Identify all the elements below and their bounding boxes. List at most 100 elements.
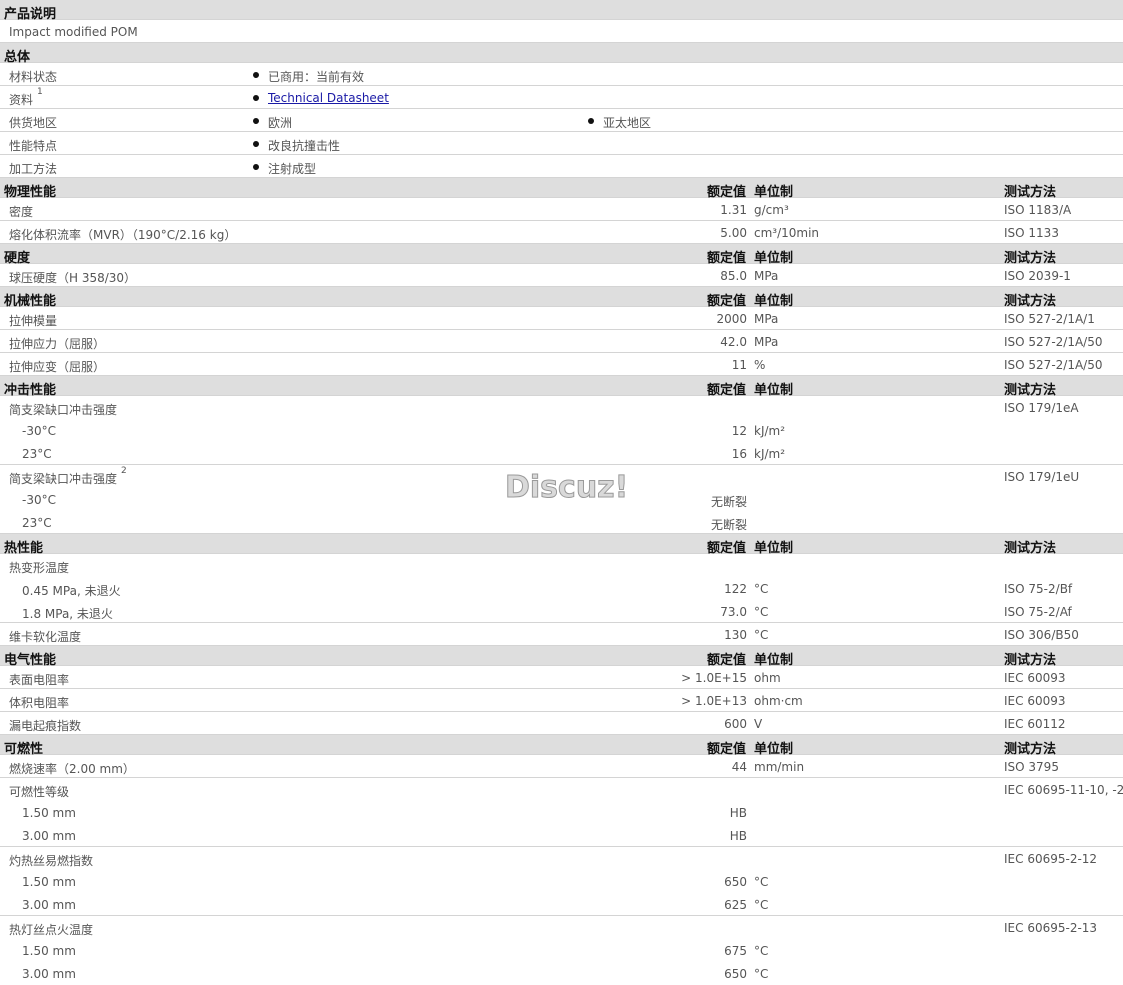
nominal-value: 600 bbox=[724, 717, 747, 731]
sub-data-row: 1.8 MPa, 未退火 73.0 °C ISO 75-2/Af bbox=[0, 600, 1123, 623]
test-method: ISO 1133 bbox=[1004, 226, 1059, 240]
property-label: 表面电阻率 bbox=[9, 673, 70, 687]
property-label: 球压硬度（H 358/30） bbox=[9, 271, 137, 285]
data-row: 拉伸应力（屈服） 42.0 MPa ISO 527-2/1A/50 bbox=[0, 330, 1123, 353]
section-header: 物理性能 额定值 单位制 测试方法 bbox=[0, 178, 1123, 200]
sub-data-row: 0.45 MPa, 未退火 122 °C ISO 75-2/Bf bbox=[0, 577, 1123, 600]
nominal-value: 675 bbox=[724, 944, 747, 958]
nominal-value: 73.0 bbox=[720, 605, 747, 619]
data-row: 熔化体积流率（MVR）（190°C/2.16 kg） 5.00 cm³/10min I… bbox=[0, 221, 1123, 244]
section-header: 可燃性 额定值 单位制 测试方法 bbox=[0, 735, 1123, 757]
test-method: ISO 75-2/Af bbox=[1004, 605, 1072, 619]
test-method: ISO 306/B50 bbox=[1004, 628, 1079, 642]
property-label: 体积电阻率 bbox=[9, 696, 70, 710]
data-row: 热灯丝点火温度 IEC 60695-2-13 bbox=[0, 916, 1123, 939]
property-label: 拉伸应变（屈服） bbox=[9, 360, 106, 374]
data-row: 拉伸模量 2000 MPa ISO 527-2/1A/1 bbox=[0, 307, 1123, 330]
test-method: IEC 60695-2-12 bbox=[1004, 852, 1098, 866]
unit-value: g/cm³ bbox=[754, 203, 789, 217]
test-method: ISO 179/1eU bbox=[1004, 470, 1080, 484]
test-method: ISO 2039-1 bbox=[1004, 269, 1071, 283]
nominal-value: HB bbox=[729, 806, 747, 820]
property-label: 1.8 MPa, 未退火 bbox=[22, 607, 113, 621]
test-method: IEC 60093 bbox=[1004, 694, 1066, 708]
section-header: 总体 bbox=[0, 43, 1123, 65]
nominal-value: 无断裂 bbox=[710, 518, 747, 532]
general-info-row: 供货地区 欧洲 亚太地区 bbox=[0, 109, 1123, 132]
nominal-value: 1.31 bbox=[720, 203, 747, 217]
property-label: 燃烧速率（2.00 mm） bbox=[9, 762, 135, 776]
bullet-icon bbox=[253, 72, 259, 78]
sub-data-row: -30°C 12 kJ/m² bbox=[0, 419, 1123, 442]
test-method: ISO 179/1eA bbox=[1004, 401, 1079, 415]
property-label: 拉伸模量 bbox=[9, 314, 58, 328]
data-row: 灼热丝易燃指数 IEC 60695-2-12 bbox=[0, 847, 1123, 870]
test-method: IEC 60695-2-13 bbox=[1004, 921, 1098, 935]
property-label: 23°C bbox=[22, 447, 52, 461]
sub-data-row: 1.50 mm 675 °C bbox=[0, 939, 1123, 962]
section-header: 产品说明 bbox=[0, 0, 1123, 22]
property-label: -30°C bbox=[22, 493, 56, 507]
sub-data-row: 23°C 16 kJ/m² bbox=[0, 442, 1123, 465]
section-header: 冲击性能 额定值 单位制 测试方法 bbox=[0, 376, 1123, 398]
property-label: 漏电起痕指数 bbox=[9, 719, 82, 733]
test-method: ISO 75-2/Bf bbox=[1004, 582, 1073, 596]
info-value: 欧洲 bbox=[268, 116, 293, 130]
property-label: 简支梁缺口冲击强度 bbox=[9, 403, 118, 417]
property-label: 热灯丝点火温度 bbox=[9, 923, 94, 937]
product-description: Impact modified POM bbox=[9, 25, 138, 39]
property-label: 3.00 mm bbox=[22, 898, 76, 912]
nominal-value: 130 bbox=[724, 628, 747, 642]
sub-data-row: 3.00 mm 650 °C bbox=[0, 962, 1123, 985]
property-label: 密度 bbox=[9, 205, 34, 219]
nominal-value: 16 bbox=[731, 447, 747, 461]
bullet-icon bbox=[253, 164, 259, 170]
nominal-value: HB bbox=[729, 829, 747, 843]
data-row: 体积电阻率 > 1.0E+13 ohm·cm IEC 60093 bbox=[0, 689, 1123, 712]
test-method: IEC 60093 bbox=[1004, 671, 1066, 685]
property-label: 加工方法 bbox=[9, 162, 58, 176]
data-row: 燃烧速率（2.00 mm） 44 mm/min ISO 3795 bbox=[0, 755, 1123, 778]
test-method: ISO 527-2/1A/50 bbox=[1004, 358, 1103, 372]
property-label: 资料 bbox=[9, 93, 34, 107]
property-label: 3.00 mm bbox=[22, 967, 76, 981]
technical-datasheet-link[interactable]: Technical Datasheet bbox=[268, 91, 389, 105]
nominal-value: > 1.0E+15 bbox=[681, 671, 747, 685]
property-label: 3.00 mm bbox=[22, 829, 76, 843]
unit-value: ohm bbox=[754, 671, 781, 685]
bullet-icon bbox=[253, 95, 259, 101]
property-label: 熔化体积流率（MVR）（190°C/2.16 kg） bbox=[9, 228, 237, 242]
property-label: 拉伸应力（屈服） bbox=[9, 337, 106, 351]
sub-data-row: 1.50 mm 650 °C bbox=[0, 870, 1123, 893]
general-info-row: 材料状态 已商用：当前有效 bbox=[0, 63, 1123, 86]
test-method: IEC 60112 bbox=[1004, 717, 1066, 731]
nominal-value: 650 bbox=[724, 875, 747, 889]
unit-value: °C bbox=[754, 967, 769, 981]
unit-value: kJ/m² bbox=[754, 447, 786, 461]
nominal-value: 625 bbox=[724, 898, 747, 912]
unit-value: MPa bbox=[754, 312, 779, 326]
test-method: ISO 527-2/1A/1 bbox=[1004, 312, 1095, 326]
sub-data-row: 3.00 mm 625 °C bbox=[0, 893, 1123, 916]
data-row: 拉伸应变（屈服） 11% ISO 527-2/1A/50 bbox=[0, 353, 1123, 376]
bullet-icon bbox=[588, 118, 594, 124]
nominal-value: 12 bbox=[731, 424, 747, 438]
data-row: 球压硬度（H 358/30） 85.0 MPa ISO 2039-1 bbox=[0, 264, 1123, 287]
nominal-value: 2000 bbox=[716, 312, 747, 326]
unit-value: °C bbox=[754, 582, 769, 596]
data-row: 可燃性等级 IEC 60695-11-10, -20 bbox=[0, 778, 1123, 801]
test-method: ISO 3795 bbox=[1004, 760, 1059, 774]
data-row: 简支梁缺口冲击强度 ISO 179/1eA bbox=[0, 396, 1123, 419]
data-row: 热变形温度 bbox=[0, 554, 1123, 577]
general-info-row: 资料 1 Technical Datasheet bbox=[0, 86, 1123, 109]
data-row: 表面电阻率 > 1.0E+15 ohm IEC 60093 bbox=[0, 666, 1123, 689]
property-label: 简支梁缺口冲击强度 bbox=[9, 472, 118, 486]
property-label: 1.50 mm bbox=[22, 875, 76, 889]
general-info-row: 加工方法 注射成型 bbox=[0, 155, 1123, 178]
nominal-value: 42.0 bbox=[720, 335, 747, 349]
unit-value: °C bbox=[754, 944, 769, 958]
property-label: -30°C bbox=[22, 424, 56, 438]
property-label: 1.50 mm bbox=[22, 806, 76, 820]
nominal-value: > 1.0E+13 bbox=[681, 694, 747, 708]
nominal-value: 无断裂 bbox=[710, 495, 747, 509]
